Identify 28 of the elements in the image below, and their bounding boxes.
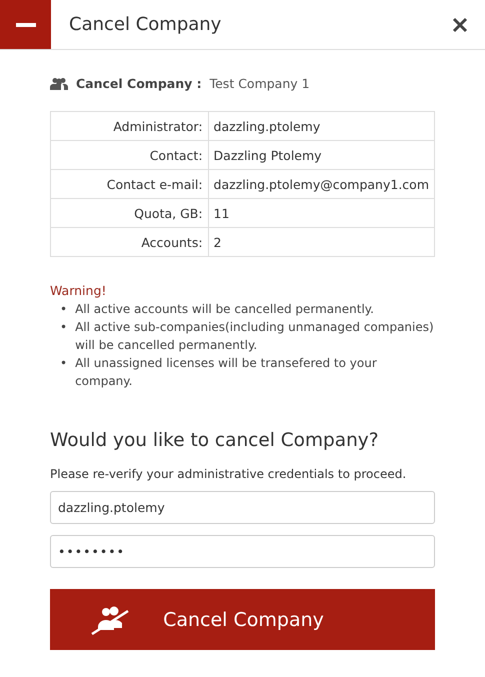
warning-item: All unassigned licenses will be transefered to your company. — [75, 355, 378, 390]
subheading-label: Cancel Company : — [76, 76, 202, 91]
username-field[interactable]: dazzling.ptolemy — [50, 491, 435, 524]
warning-item: All active accounts will be cancelled permanently. — [75, 301, 374, 318]
field-label: Accounts: — [50, 228, 208, 256]
password-field[interactable]: •••••••• — [50, 535, 435, 568]
bullet: • — [60, 355, 68, 372]
cancel-company-button[interactable]: Cancel Company — [50, 589, 435, 650]
bullet: • — [60, 301, 68, 318]
field-label: Contact: — [50, 140, 208, 170]
field-label: Contact e-mail: — [50, 170, 208, 198]
close-button[interactable] — [451, 16, 469, 34]
minimize-icon[interactable] — [0, 0, 51, 49]
field-value: 11 — [208, 198, 434, 228]
field-value: dazzling.ptolemy — [208, 112, 434, 140]
field-value: 2 — [208, 228, 434, 256]
field-label: Quota, GB: — [50, 198, 208, 228]
question-heading: Would you like to cancel Company? — [50, 430, 380, 451]
instructions-text: Please re-verify your administrative credentials to proceed. — [50, 467, 408, 481]
window-title: Cancel Company — [69, 14, 222, 35]
warning-item: All active sub-companies(including unmanaged companies) will be cancelled permanently. — [75, 319, 435, 354]
bullet: • — [60, 319, 68, 336]
users-icon — [50, 77, 68, 90]
warning-title: Warning! — [50, 283, 108, 298]
field-value: dazzling.ptolemy@company1.com — [208, 170, 434, 198]
company-name: Test Company 1 — [210, 76, 310, 91]
field-label: Administrator: — [50, 112, 208, 140]
field-value: Dazzling Ptolemy — [208, 140, 434, 170]
